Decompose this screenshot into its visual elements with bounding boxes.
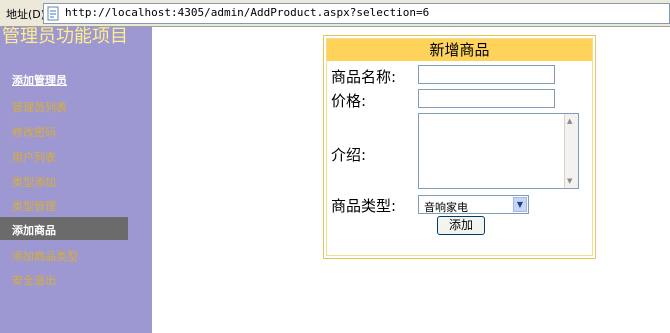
- page-icon: [47, 6, 59, 21]
- scroll-up-icon[interactable]: ▲: [567, 117, 572, 125]
- intro-label: 介绍:: [331, 146, 367, 164]
- sidebar-item-add-admin[interactable]: 添加管理员: [12, 72, 67, 88]
- product-name-label: 商品名称:: [331, 68, 397, 86]
- product-name-input[interactable]: [418, 65, 555, 84]
- sidebar-item-add-product-type[interactable]: 添加商品类型: [12, 248, 78, 264]
- add-product-panel: 新增商品 商品名称: 价格: 介绍: ▲ ▼ 商品类型: 音响家电 ▼ 添加: [323, 35, 596, 259]
- sidebar-item-change-password[interactable]: 修改密码: [12, 124, 56, 140]
- sidebar-item-logout[interactable]: 安全退出: [12, 272, 56, 288]
- sidebar-title: 管理员功能项目: [2, 26, 128, 47]
- category-select[interactable]: 音响家电 ▼: [418, 195, 529, 214]
- chevron-down-icon[interactable]: ▼: [513, 197, 527, 212]
- panel-title: 新增商品: [327, 39, 592, 61]
- url-text: http://localhost:4305/admin/AddProduct.a…: [65, 6, 430, 19]
- intro-textarea[interactable]: ▲ ▼: [418, 113, 579, 189]
- sidebar-item-label: 添加商品: [12, 224, 56, 237]
- sidebar-item-type-add[interactable]: 类型添加: [12, 174, 56, 190]
- textarea-scrollbar[interactable]: ▲ ▼: [564, 114, 578, 188]
- sidebar-item-type-manage[interactable]: 类型管理: [12, 198, 56, 214]
- sidebar-item-add-product[interactable]: 添加商品: [0, 217, 128, 240]
- add-button[interactable]: 添加: [437, 216, 485, 235]
- category-selected-value: 音响家电: [424, 201, 468, 214]
- url-field[interactable]: http://localhost:4305/admin/AddProduct.a…: [43, 3, 670, 24]
- admin-sidebar: 管理员功能项目 添加管理员 管理员列表 修改密码 用户列表 类型添加 类型管理 …: [0, 27, 152, 333]
- address-bar: 地址(D) http://localhost:4305/admin/AddPro…: [0, 0, 670, 27]
- price-input[interactable]: [418, 89, 555, 108]
- sidebar-item-user-list[interactable]: 用户列表: [12, 149, 56, 165]
- address-label: 地址(D): [6, 8, 46, 21]
- sidebar-item-admin-list[interactable]: 管理员列表: [12, 99, 67, 115]
- price-label: 价格:: [331, 92, 367, 110]
- scroll-down-icon[interactable]: ▼: [567, 177, 572, 185]
- category-label: 商品类型:: [331, 197, 397, 215]
